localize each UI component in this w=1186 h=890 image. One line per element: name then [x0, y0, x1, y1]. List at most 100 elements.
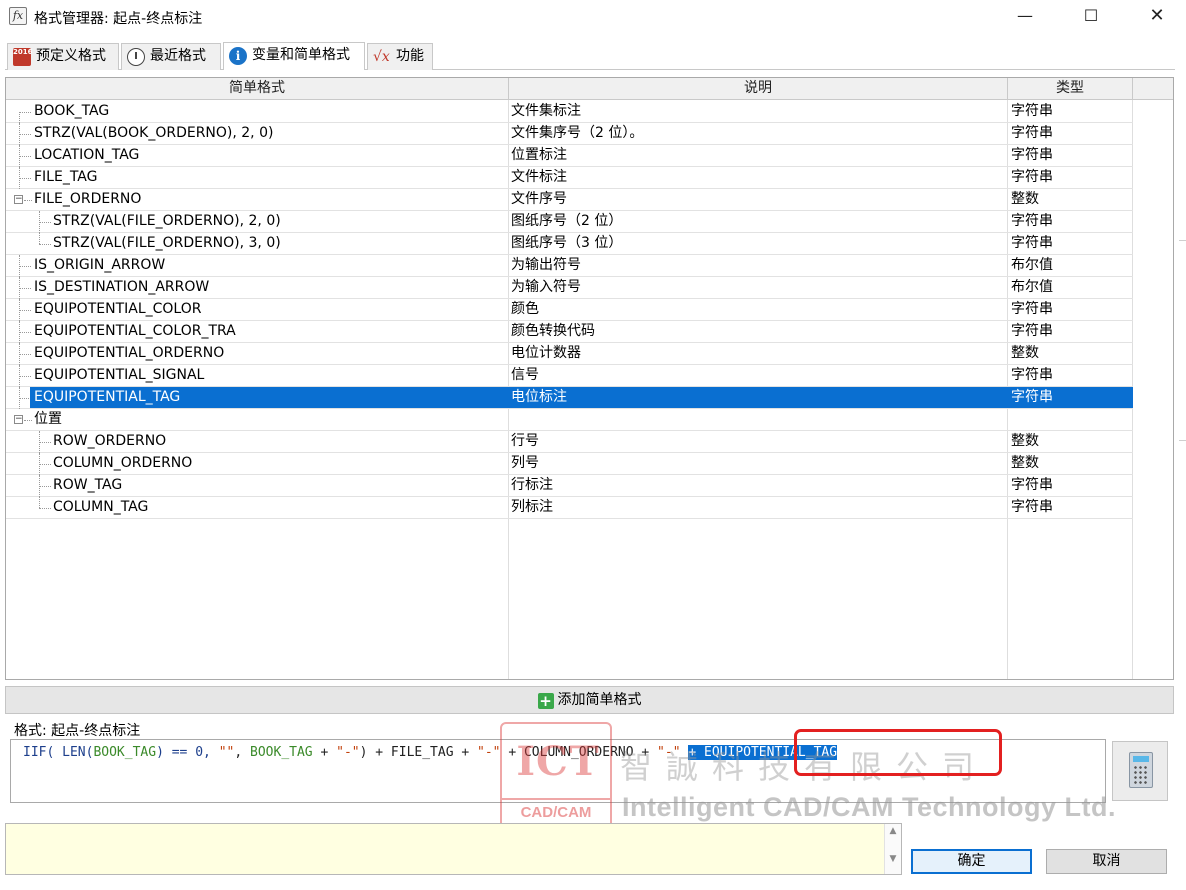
- tree-connector: [19, 266, 31, 267]
- tree-connector: [19, 145, 20, 167]
- edge-divider: [1179, 440, 1186, 441]
- table-row[interactable]: IS_ORIGIN_ARROW 为输出符号 布尔值: [6, 255, 1133, 277]
- minimize-button[interactable]: —: [1002, 0, 1048, 34]
- cell-type: 字符串: [1011, 235, 1053, 251]
- add-simple-format-button[interactable]: + 添加简单格式: [5, 686, 1174, 714]
- tree-connector: [39, 244, 51, 245]
- tree-connector: [39, 233, 40, 244]
- cell-type: 字符串: [1011, 103, 1053, 119]
- tree-connector: [19, 112, 31, 113]
- tree-connector: [19, 354, 31, 355]
- cell-description: 信号: [511, 367, 539, 383]
- expression-token: BOOK_TAG: [93, 745, 157, 760]
- cell-simple-format: 位置: [34, 411, 62, 427]
- cell-simple-format: COLUMN_TAG: [53, 499, 149, 515]
- cell-simple-format: STRZ(VAL(FILE_ORDERNO), 2, 0): [53, 213, 281, 229]
- table-row[interactable]: STRZ(VAL(BOOK_ORDERNO), 2, 0) 文件集序号（2 位）。…: [6, 123, 1133, 145]
- cell-simple-format: BOOK_TAG: [34, 103, 110, 119]
- cell-description: 电位标注: [511, 389, 567, 405]
- table-row[interactable]: BOOK_TAG 文件集标注 字符串: [6, 101, 1133, 123]
- close-button[interactable]: ✕: [1134, 0, 1180, 34]
- tree-connector: [19, 387, 20, 409]
- tree-connector: [39, 442, 51, 443]
- highlight-annotation-box: [794, 729, 1002, 776]
- cell-simple-format: EQUIPOTENTIAL_COLOR: [34, 301, 202, 317]
- table-row[interactable]: EQUIPOTENTIAL_COLOR 颜色 字符串: [6, 299, 1133, 321]
- table-row[interactable]: COLUMN_TAG 列标注 字符串: [6, 497, 1133, 519]
- tree-connector: [39, 486, 51, 487]
- cell-description: 为输出符号: [511, 257, 581, 273]
- tree-connector: [19, 321, 20, 343]
- tree-connector: [19, 376, 31, 377]
- cell-type: 字符串: [1011, 147, 1053, 163]
- cell-description: 行标注: [511, 477, 553, 493]
- tab-recent-formats[interactable]: 最近格式: [121, 43, 221, 70]
- expression-token: +: [312, 745, 337, 760]
- table-row[interactable]: COLUMN_ORDERNO 列号 整数: [6, 453, 1133, 475]
- expression-token: + COLUMN_ORDERNO +: [500, 745, 658, 760]
- table-row[interactable]: FILE_TAG 文件标注 字符串: [6, 167, 1133, 189]
- tree-connector: [24, 200, 32, 201]
- table-row[interactable]: IS_DESTINATION_ARROW 为输入符号 布尔值: [6, 277, 1133, 299]
- cell-description: 电位计数器: [511, 345, 581, 361]
- collapse-toggle-icon[interactable]: −: [14, 415, 23, 424]
- cell-description: 文件标注: [511, 169, 567, 185]
- cell-type: 字符串: [1011, 367, 1053, 383]
- message-scrollbar[interactable]: ▲ ▼: [884, 824, 901, 874]
- table-row[interactable]: EQUIPOTENTIAL_ORDERNO 电位计数器 整数: [6, 343, 1133, 365]
- table-row[interactable]: STRZ(VAL(FILE_ORDERNO), 2, 0) 图纸序号（2 位） 字符…: [6, 211, 1133, 233]
- table-row[interactable]: LOCATION_TAG 位置标注 字符串: [6, 145, 1133, 167]
- column-header-simple-format[interactable]: 简单格式: [6, 78, 509, 100]
- cell-description: 文件序号: [511, 191, 567, 207]
- table-row[interactable]: ROW_ORDERNO 行号 整数: [6, 431, 1133, 453]
- cell-simple-format: IS_ORIGIN_ARROW: [34, 257, 166, 273]
- cell-type: 字符串: [1011, 477, 1053, 493]
- cell-description: 文件集标注: [511, 103, 581, 119]
- tree-connector: [19, 288, 31, 289]
- calculator-button[interactable]: [1112, 741, 1168, 801]
- column-header-description[interactable]: 说明: [509, 78, 1008, 100]
- tree-connector: [39, 222, 51, 223]
- tree-connector: [19, 156, 31, 157]
- ok-button[interactable]: 确定: [911, 849, 1032, 874]
- table-row[interactable]: ROW_TAG 行标注 字符串: [6, 475, 1133, 497]
- edge-divider: [1179, 240, 1186, 241]
- table-row[interactable]: − 位置: [6, 409, 1133, 431]
- cancel-button[interactable]: 取消: [1046, 849, 1167, 874]
- plus-icon: +: [537, 692, 554, 710]
- expression-token: "-": [657, 745, 681, 760]
- tree-connector: [19, 255, 20, 277]
- cell-simple-format: EQUIPOTENTIAL_TAG: [34, 389, 181, 405]
- table-row[interactable]: EQUIPOTENTIAL_SIGNAL 信号 字符串: [6, 365, 1133, 387]
- table-row[interactable]: − FILE_ORDERNO 文件序号 整数: [6, 189, 1133, 211]
- table-row[interactable]: STRZ(VAL(FILE_ORDERNO), 3, 0) 图纸序号（3 位） 字符…: [6, 233, 1133, 255]
- table-row[interactable]: EQUIPOTENTIAL_COLOR_TRA 颜色转换代码 字符串: [6, 321, 1133, 343]
- cell-simple-format: STRZ(VAL(BOOK_ORDERNO), 2, 0): [34, 125, 274, 141]
- collapse-toggle-icon[interactable]: −: [14, 195, 23, 204]
- cell-description: 图纸序号（2 位）: [511, 213, 623, 229]
- cell-type: 整数: [1011, 455, 1039, 471]
- cell-simple-format: EQUIPOTENTIAL_ORDERNO: [34, 345, 225, 361]
- tab-functions[interactable]: √x 功能: [367, 43, 433, 70]
- cell-description: 列标注: [511, 499, 553, 515]
- table-row[interactable]: EQUIPOTENTIAL_TAG 电位标注 字符串: [6, 387, 1133, 409]
- expression-token: BOOK_TAG: [250, 745, 313, 760]
- sqrt-x-icon: √x: [373, 49, 390, 65]
- tab-label: 变量和简单格式: [252, 47, 350, 63]
- column-header-type[interactable]: 类型: [1008, 78, 1133, 100]
- tree-connector: [19, 310, 31, 311]
- format-tree-grid[interactable]: 简单格式 说明 类型 BOOK_TAG 文件集标注 字符串 STRZ(VAL(BOOK…: [5, 77, 1174, 680]
- maximize-button[interactable]: ☐: [1068, 0, 1114, 34]
- cell-simple-format: EQUIPOTENTIAL_SIGNAL: [34, 367, 205, 383]
- window-title: 格式管理器: 起点-终点标注: [34, 11, 203, 27]
- expression-token: "-": [336, 745, 360, 760]
- title-bar: fx 格式管理器: 起点-终点标注 — ☐ ✕: [0, 0, 1186, 34]
- tab-variables-simple-formats[interactable]: i 变量和简单格式: [223, 42, 365, 70]
- cell-description: 文件集序号（2 位）。: [511, 125, 644, 141]
- cell-simple-format: FILE_ORDERNO: [34, 191, 142, 207]
- cell-type: 布尔值: [1011, 257, 1053, 273]
- cell-type: 字符串: [1011, 213, 1053, 229]
- tab-predefined-formats[interactable]: 2016 预定义格式: [7, 43, 119, 70]
- format-expression[interactable]: IIF( LEN(BOOK_TAG) == 0, "", BOOK_TAG + …: [23, 745, 838, 760]
- cell-simple-format: FILE_TAG: [34, 169, 98, 185]
